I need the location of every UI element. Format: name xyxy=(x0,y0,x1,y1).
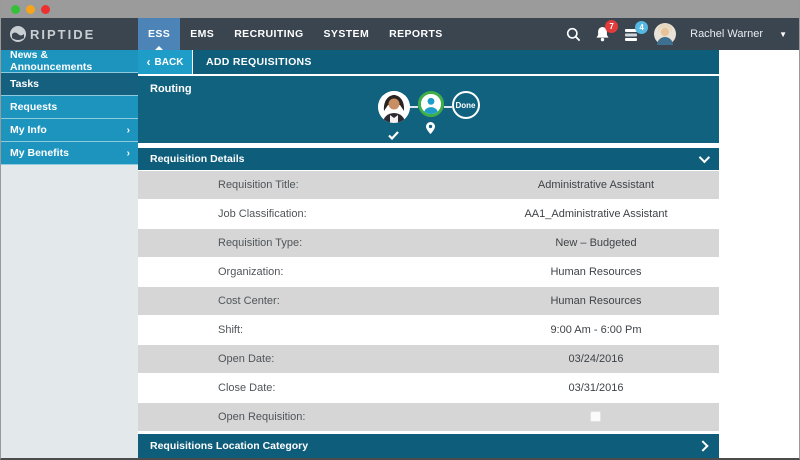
main-nav: ESS EMS RECRUITING SYSTEM REPORTS xyxy=(138,18,453,50)
message-count-badge: 4 xyxy=(635,21,648,34)
routing-section: Routing xyxy=(138,76,719,143)
detail-row-shift: Shift: 9:00 Am - 6:00 Pm xyxy=(138,316,719,344)
chevron-right-icon: › xyxy=(127,148,130,159)
browser-window: RIPTIDE ESS EMS RECRUITING SYSTEM REPORT… xyxy=(0,0,800,460)
routing-connector xyxy=(444,106,452,108)
traffic-light-green[interactable] xyxy=(11,5,20,14)
detail-row-job-classification: Job Classification: AA1_Administrative A… xyxy=(138,200,719,228)
search-icon xyxy=(566,27,581,42)
search-button[interactable] xyxy=(566,27,581,42)
notifications-button[interactable]: 7 xyxy=(595,26,610,42)
done-step-circle: Done xyxy=(452,91,480,119)
requisitions-location-category-header[interactable]: Requisitions Location Category xyxy=(138,434,719,458)
routing-step-current[interactable] xyxy=(418,91,444,134)
traffic-light-red[interactable] xyxy=(41,5,50,14)
requisition-details-header[interactable]: Requisition Details xyxy=(138,148,719,170)
detail-row-organization: Organization: Human Resources xyxy=(138,258,719,286)
requisition-details-section: Requisition Details Requisition Title: A… xyxy=(138,148,719,458)
check-icon xyxy=(388,131,399,140)
user-name[interactable]: Rachel Warner xyxy=(690,28,763,40)
back-button[interactable]: ‹ BACK xyxy=(138,50,192,74)
sidebar: News & Announcements Tasks Requests My I… xyxy=(1,50,138,458)
chevron-right-icon xyxy=(697,440,708,451)
chevron-down-icon[interactable]: ▼ xyxy=(779,30,787,39)
chevron-left-icon: ‹ xyxy=(147,57,151,67)
sidebar-item-my-info[interactable]: My Info › xyxy=(1,119,138,142)
open-requisition-checkbox[interactable] xyxy=(590,411,601,422)
detail-row-open-requisition: Open Requisition: xyxy=(138,403,719,431)
detail-row-requisition-type: Requisition Type: New – Budgeted xyxy=(138,229,719,257)
sidebar-item-news-announcements[interactable]: News & Announcements xyxy=(1,50,138,73)
detail-row-cost-center: Cost Center: Human Resources xyxy=(138,287,719,315)
detail-row-open-date: Open Date: 03/24/2016 xyxy=(138,345,719,373)
detail-row-requisition-title: Requisition Title: Administrative Assist… xyxy=(138,171,719,199)
nav-tab-ess[interactable]: ESS xyxy=(138,18,180,50)
riptide-logo-icon xyxy=(10,26,26,42)
traffic-light-orange[interactable] xyxy=(26,5,35,14)
user-menu[interactable] xyxy=(654,23,676,45)
nav-tab-recruiting[interactable]: RECRUITING xyxy=(224,18,313,50)
nav-tab-ems[interactable]: EMS xyxy=(180,18,224,50)
chevron-right-icon: › xyxy=(127,125,130,136)
messages-button[interactable]: 4 xyxy=(624,27,640,42)
location-pin-icon xyxy=(426,122,435,134)
details-rows: Requisition Title: Administrative Assist… xyxy=(138,171,719,431)
current-step-avatar xyxy=(418,91,444,117)
sidebar-item-my-benefits[interactable]: My Benefits › xyxy=(1,142,138,165)
window-titlebar xyxy=(1,0,799,18)
brand-logo[interactable]: RIPTIDE xyxy=(1,18,138,50)
user-avatar xyxy=(654,23,676,45)
routing-step-approver[interactable] xyxy=(378,91,410,140)
detail-row-close-date: Close Date: 03/31/2016 xyxy=(138,374,719,402)
page-header: ‹ BACK ADD REQUISITIONS xyxy=(138,50,719,74)
sidebar-item-requests[interactable]: Requests xyxy=(1,96,138,119)
routing-steps: Done xyxy=(138,91,719,140)
nav-tab-reports[interactable]: REPORTS xyxy=(379,18,453,50)
top-navbar: RIPTIDE ESS EMS RECRUITING SYSTEM REPORT… xyxy=(1,18,799,50)
sidebar-item-tasks[interactable]: Tasks xyxy=(1,73,138,96)
notification-count-badge: 7 xyxy=(605,20,618,33)
nav-tab-system[interactable]: SYSTEM xyxy=(314,18,380,50)
page-title: ADD REQUISITIONS xyxy=(193,50,719,74)
routing-connector xyxy=(410,106,418,108)
navbar-right-tools: 7 4 Rachel Warner ▼ xyxy=(566,18,799,50)
main-content: ‹ BACK ADD REQUISITIONS Routing xyxy=(138,50,799,458)
approver-avatar xyxy=(378,91,410,123)
brand-name: RIPTIDE xyxy=(30,27,95,42)
routing-step-done[interactable]: Done xyxy=(452,91,480,136)
chevron-down-icon xyxy=(699,152,710,163)
